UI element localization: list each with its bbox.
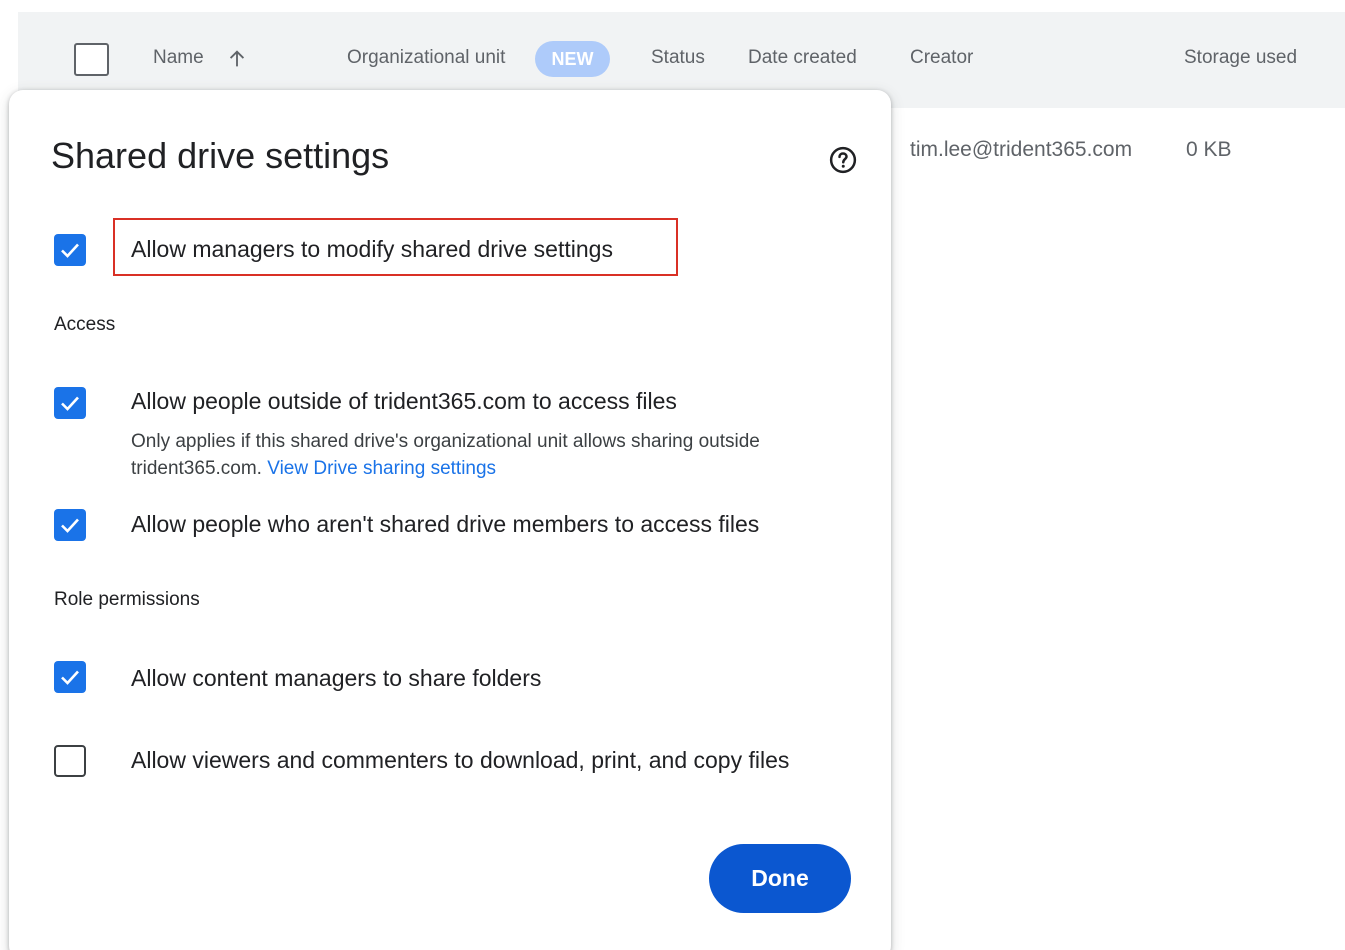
help-icon[interactable] (828, 145, 858, 175)
option-label-allow-managers-modify: Allow managers to modify shared drive se… (131, 236, 613, 262)
helper-text: Only applies if this shared drive's orga… (131, 428, 831, 482)
column-header-name[interactable]: Name (153, 46, 204, 70)
shared-drive-settings-dialog: Shared drive settings Allow managers to … (9, 90, 891, 950)
column-header-date-created[interactable]: Date created (748, 46, 857, 70)
checkbox-allow-managers-modify[interactable] (54, 234, 86, 266)
checkbox-allow-content-managers-share[interactable] (54, 661, 86, 693)
checkmark-icon (61, 670, 79, 685)
section-title-role-permissions: Role permissions (54, 589, 200, 610)
new-badge: NEW (535, 41, 610, 77)
checkbox-allow-viewers-download[interactable] (54, 745, 86, 777)
option-label-allow-non-members-access: Allow people who aren't shared drive mem… (131, 511, 760, 537)
checkmark-icon (61, 518, 79, 533)
row-storage-cell: 0 KB (1186, 138, 1232, 161)
column-header-org-unit[interactable]: Organizational unit (347, 46, 505, 70)
done-button[interactable]: Done (709, 844, 851, 913)
row-creator-cell: tim.lee@trident365.com (910, 138, 1133, 161)
checkmark-icon (61, 243, 79, 258)
option-label-allow-viewers-download: Allow viewers and commenters to download… (131, 747, 790, 773)
view-drive-sharing-settings-link[interactable]: View Drive sharing settings (267, 458, 496, 479)
select-all-checkbox[interactable] (74, 43, 109, 76)
section-title-access: Access (54, 314, 116, 335)
column-header-storage-used[interactable]: Storage used (1184, 46, 1297, 70)
checkmark-icon (61, 396, 79, 411)
option-label-allow-content-managers-share: Allow content managers to share folders (131, 665, 542, 691)
option-label-allow-outside-access: Allow people outside of trident365.com t… (131, 388, 677, 414)
dialog-title: Shared drive settings (51, 135, 390, 176)
sort-ascending-icon[interactable] (226, 48, 248, 70)
checkbox-allow-outside-access[interactable] (54, 387, 86, 419)
column-header-status[interactable]: Status (651, 46, 705, 70)
column-header-creator[interactable]: Creator (910, 46, 973, 70)
checkbox-allow-non-members-access[interactable] (54, 509, 86, 541)
